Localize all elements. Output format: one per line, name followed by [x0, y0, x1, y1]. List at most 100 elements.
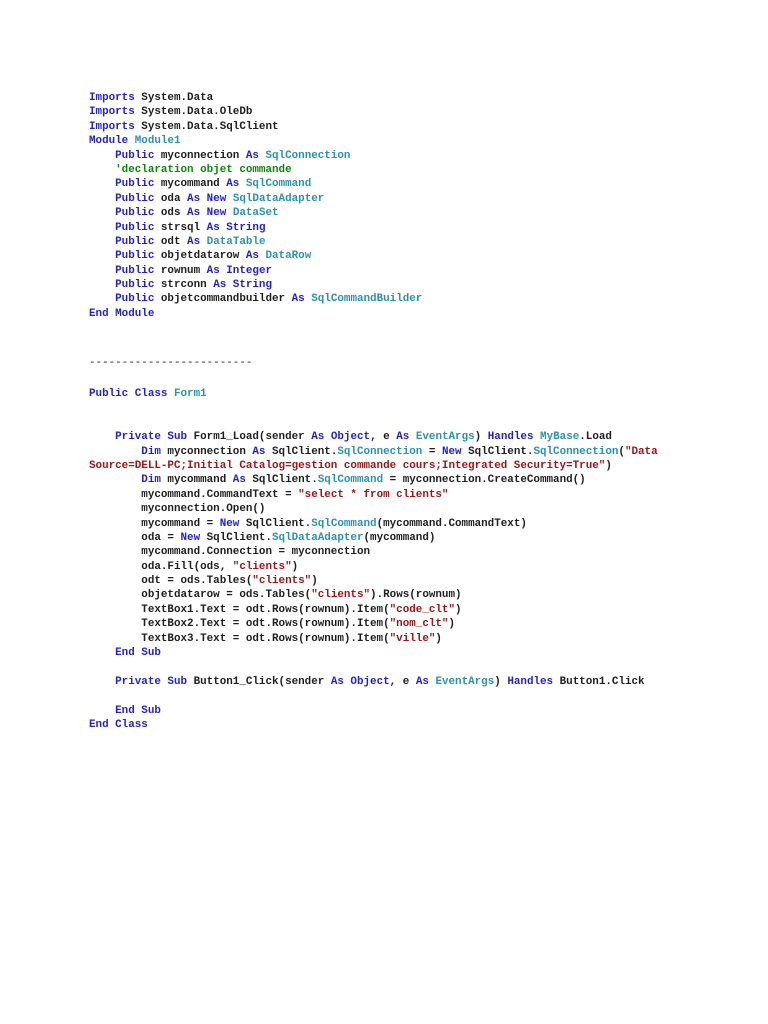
- code-line: Public strconn As String: [89, 278, 422, 292]
- code-token: Dim: [89, 445, 161, 458]
- code-token: DataTable: [206, 235, 266, 248]
- code-line: Imports System.Data: [89, 91, 422, 105]
- code-token: , e: [370, 431, 397, 444]
- code-token: objetcommandbuilder: [154, 293, 292, 306]
- code-token: Source=DELL-PC;Initial Catalog=gestion c…: [89, 459, 606, 472]
- code-token: = myconnection.CreateCommand(): [383, 474, 586, 487]
- code-token: As: [396, 431, 410, 444]
- code-line: Public ods As New DataSet: [89, 206, 422, 220]
- code-line: TextBox3.Text = odt.Rows(rownum).Item("v…: [89, 632, 658, 646]
- code-token: Module1: [134, 135, 181, 148]
- code-token: "Data: [624, 445, 658, 458]
- code-token: As: [232, 474, 246, 487]
- code-token: ): [474, 431, 488, 444]
- code-token: As: [291, 293, 305, 306]
- code-token: oda.Fill(ods,: [89, 560, 233, 573]
- code-line: End Module: [89, 307, 422, 321]
- code-token: TextBox2.Text = odt.Rows(rownum).Item(: [89, 618, 390, 631]
- code-line: Dim myconnection As SqlClient.SqlConnect…: [89, 445, 658, 459]
- code-line: Private Sub Button1_Click(sender As Obje…: [89, 675, 658, 689]
- code-token: As: [252, 445, 266, 458]
- code-token: Module: [89, 135, 129, 148]
- code-token: End Module: [89, 307, 155, 320]
- code-token: Imports: [89, 120, 135, 133]
- code-line: Public oda As New SqlDataAdapter: [89, 192, 422, 206]
- code-token: Public: [89, 178, 155, 191]
- code-line: Public strsql As String: [89, 221, 422, 235]
- code-token: System.Data.SqlClient: [134, 120, 279, 133]
- code-token: TextBox3.Text = odt.Rows(rownum).Item(: [89, 632, 390, 645]
- code-token: New: [441, 445, 462, 458]
- code-token: System.Data: [134, 92, 214, 104]
- code-line: oda = New SqlClient.SqlDataAdapter(mycom…: [89, 531, 658, 545]
- code-token: SqlClient.: [245, 474, 318, 487]
- code-line: Public rownum As Integer: [89, 264, 422, 278]
- code-line: mycommand.CommandText = "select * from c…: [89, 488, 658, 502]
- code-token: Imports: [89, 92, 135, 104]
- code-token: "nom_clt": [389, 618, 449, 631]
- code-token: End Class: [89, 718, 148, 731]
- code-token: mycommand =: [89, 517, 220, 530]
- code-token: As: [245, 149, 259, 162]
- code-token: As String: [213, 279, 273, 292]
- code-token: SqlCommandBuilder: [311, 293, 423, 306]
- code-token: SqlClient.: [461, 445, 534, 458]
- code-token: EventArgs: [435, 675, 495, 688]
- code-token: ods: [154, 207, 188, 220]
- code-line: myconnection.Open(): [89, 502, 658, 516]
- code-line: Module Module1: [89, 134, 422, 148]
- code-line: Public odt As DataTable: [89, 235, 422, 249]
- code-token: -------------------------: [89, 357, 253, 369]
- code-token: mycommand.Connection = myconnection: [89, 546, 371, 559]
- code-token: DataRow: [265, 250, 312, 263]
- code-line: Public Class Form1: [89, 387, 658, 401]
- code-token: ): [435, 632, 442, 645]
- code-token: "select * from clients": [298, 488, 449, 501]
- code-line: -------------------------: [89, 356, 252, 370]
- code-line: Dim mycommand As SqlClient.SqlCommand = …: [89, 473, 658, 487]
- code-token: As: [226, 178, 240, 191]
- code-token: Handles: [507, 675, 554, 688]
- code-line: 'declaration objet commande: [89, 163, 422, 177]
- code-token: Handles: [487, 431, 534, 444]
- code-line: objetdatarow = ods.Tables("clients").Row…: [89, 588, 658, 602]
- code-token: ): [494, 675, 508, 688]
- code-line: mycommand.Connection = myconnection: [89, 545, 658, 559]
- code-token: mycommand.CommandText =: [89, 488, 299, 501]
- code-token: TextBox1.Text = odt.Rows(rownum).Item(: [89, 603, 390, 616]
- code-token: SqlConnection: [265, 149, 351, 162]
- code-token: SqlClient.: [265, 445, 338, 458]
- code-token: SqlCommand: [311, 517, 377, 530]
- code-token: SqlClient.: [200, 531, 272, 544]
- code-token: "code_clt": [389, 603, 455, 616]
- code-line: Public objetdatarow As DataRow: [89, 249, 422, 263]
- code-token: As Integer: [206, 264, 273, 277]
- class-code-block: Public Class Form1 Private Sub Form1_Loa…: [89, 387, 658, 732]
- code-line: End Sub: [89, 646, 658, 660]
- code-token: Public Class: [89, 388, 168, 400]
- code-token: oda: [154, 192, 188, 205]
- code-token: End Sub: [89, 704, 161, 717]
- code-token: odt: [154, 235, 188, 248]
- code-token: , e: [389, 675, 416, 688]
- code-token: SqlDataAdapter: [232, 192, 325, 205]
- code-token: Private Sub: [89, 675, 188, 688]
- code-token: ): [448, 618, 456, 631]
- code-token: ): [311, 575, 318, 588]
- code-token: "clients": [252, 575, 312, 588]
- code-token: As: [245, 250, 259, 263]
- code-token: As: [415, 675, 429, 688]
- code-token: As String: [206, 221, 266, 234]
- code-token: Private Sub: [89, 431, 188, 444]
- code-token: Form1: [173, 388, 207, 400]
- code-token: SqlCommand: [245, 178, 312, 191]
- code-token: System.Data.OleDb: [134, 106, 253, 119]
- code-line: mycommand = New SqlClient.SqlCommand(myc…: [89, 517, 658, 531]
- code-line: End Class: [89, 718, 658, 732]
- code-line: Source=DELL-PC;Initial Catalog=gestion c…: [89, 459, 658, 473]
- code-token: myconnection: [160, 445, 253, 458]
- code-line: TextBox1.Text = odt.Rows(rownum).Item("c…: [89, 603, 658, 617]
- code-line: TextBox2.Text = odt.Rows(rownum).Item("n…: [89, 617, 658, 631]
- code-token: "clients": [311, 589, 371, 602]
